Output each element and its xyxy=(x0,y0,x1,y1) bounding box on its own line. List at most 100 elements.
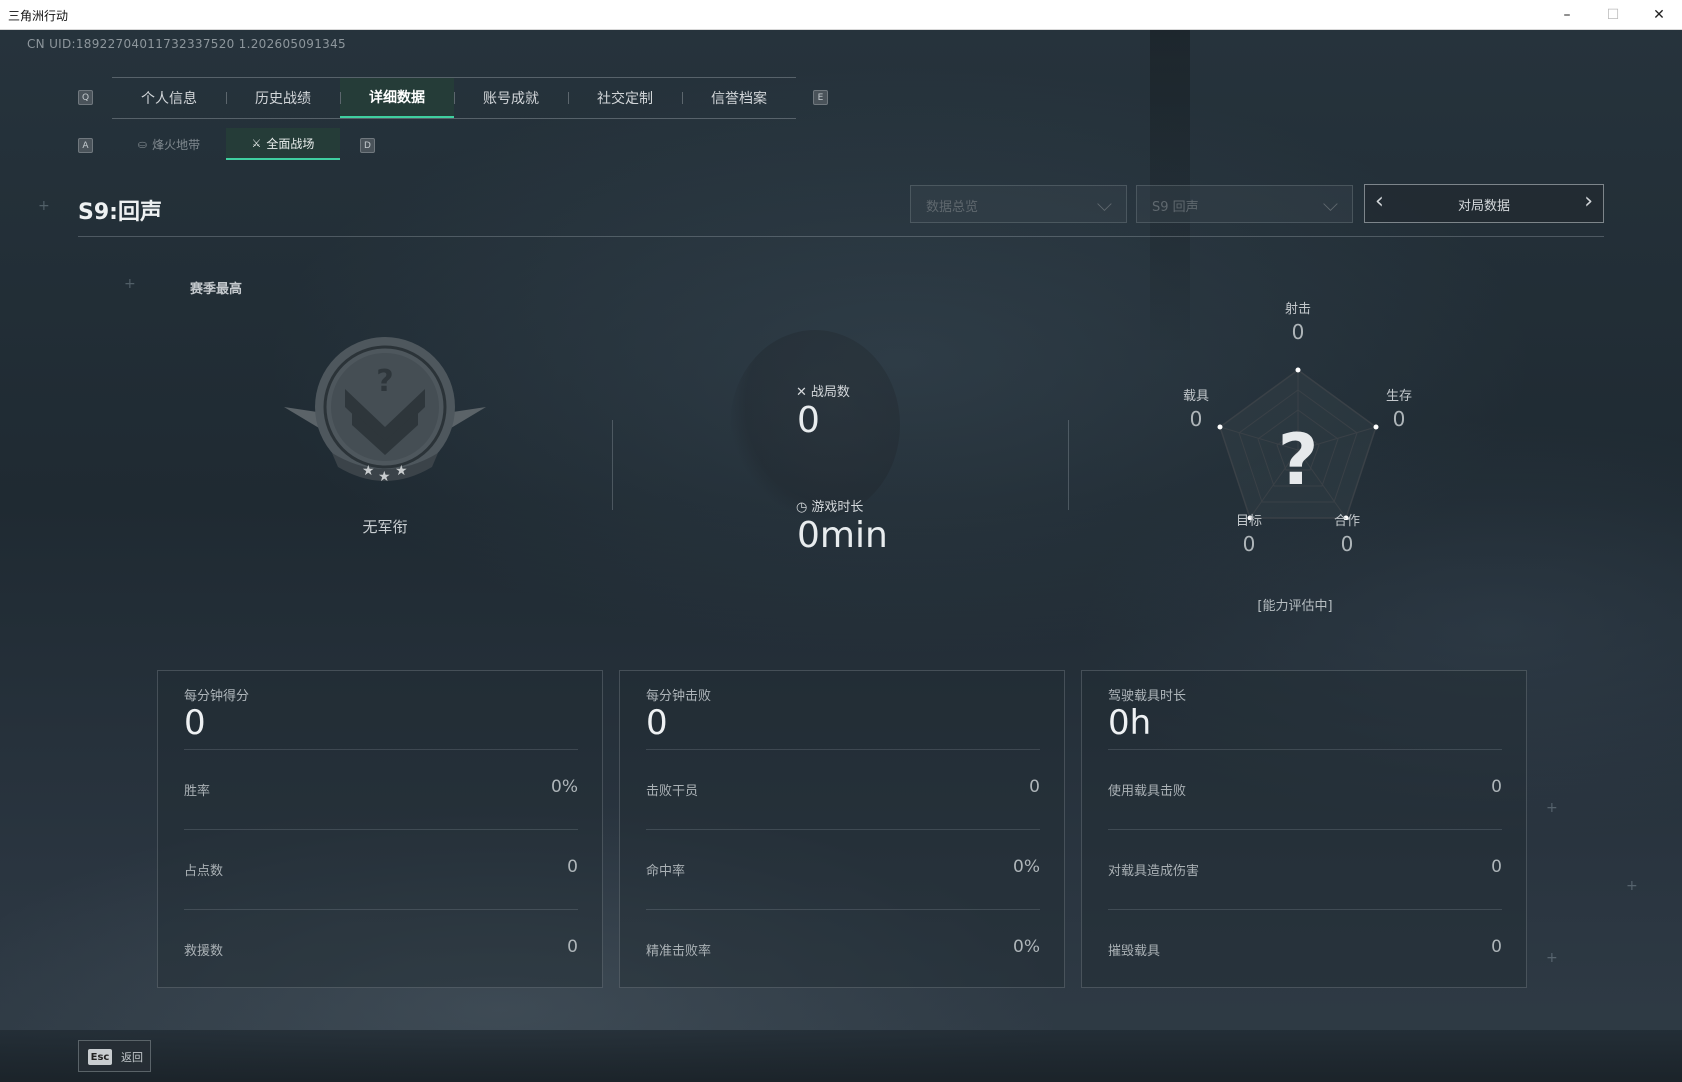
back-label: 返回 xyxy=(121,1051,143,1064)
radar-value-shooting: 0 xyxy=(1291,320,1305,344)
tab-operations-label: 烽火地带 xyxy=(152,137,201,152)
stats-card-kills: 每分钟击败 0 击败干员 0 命中率 0% 精准击败率 0% xyxy=(619,670,1065,988)
radar-value-objective: 0 xyxy=(1242,532,1256,556)
playtime-label-text: 游戏时长 xyxy=(811,500,864,515)
flame-icon: ⛀ xyxy=(137,137,148,151)
esc-key-icon: Esc xyxy=(88,1049,112,1065)
minimize-button[interactable]: – xyxy=(1544,0,1590,30)
stopwatch-icon: ◷ xyxy=(796,500,808,515)
stat-row: 击败干员 0 xyxy=(646,749,1040,830)
card-head-label: 每分钟击败 xyxy=(646,689,712,704)
stat-label: 命中率 xyxy=(646,864,686,879)
match-data-pager: ‹ 对局数据 › xyxy=(1364,184,1604,223)
crosshair-icon: + xyxy=(1626,878,1638,894)
data-view-dropdown[interactable]: 数据总览 ⌵ xyxy=(910,185,1127,223)
tab-social[interactable]: 社交定制 xyxy=(568,78,682,118)
tab-history[interactable]: 历史战绩 xyxy=(226,78,340,118)
svg-text:?: ? xyxy=(376,364,393,399)
stat-value: 0% xyxy=(1013,857,1040,877)
stat-row: 胜率 0% xyxy=(184,749,578,830)
ability-radar-chart: ? xyxy=(1217,367,1379,520)
stat-label: 对载具造成伤害 xyxy=(1108,864,1200,879)
stat-label: 摧毁载具 xyxy=(1108,944,1161,959)
stats-card-score: 每分钟得分 0 胜率 0% 占点数 0 救援数 0 xyxy=(157,670,603,988)
radar-value-survival: 0 xyxy=(1392,407,1406,431)
tab-reputation[interactable]: 信誉档案 xyxy=(682,78,796,118)
divider xyxy=(612,420,613,510)
radar-point-shooting xyxy=(1295,367,1301,373)
minimize-icon: – xyxy=(1563,7,1571,23)
stat-value: 0 xyxy=(1491,937,1502,957)
main-tabs: 个人信息 历史战绩 详细数据 账号成就 社交定制 信誉档案 xyxy=(112,77,796,119)
battles-label: ✕ 战局数 xyxy=(796,381,850,400)
season-value: S9 回声 xyxy=(1152,200,1199,215)
close-icon: ✕ xyxy=(1653,7,1665,23)
stat-value: 0 xyxy=(1491,857,1502,877)
card-head-value: 0 xyxy=(646,703,668,743)
stat-value: 0 xyxy=(567,937,578,957)
stat-row: 命中率 0% xyxy=(646,829,1040,910)
mode-tabs: ⛀ 烽火地带 ⚔ 全面战场 xyxy=(112,128,340,160)
player-uid: CN UID:18922704011732337520 1.2026050913… xyxy=(27,37,346,51)
tab-achievements[interactable]: 账号成就 xyxy=(454,78,568,118)
card-head-value: 0h xyxy=(1108,703,1152,743)
chevron-down-icon: ⌵ xyxy=(1322,192,1338,216)
tab-prev-key[interactable]: Q xyxy=(78,90,93,105)
tab-operations[interactable]: ⛀ 烽火地带 xyxy=(112,128,226,160)
stat-value: 0 xyxy=(567,857,578,877)
battles-value: 0 xyxy=(797,400,820,441)
stat-label: 占点数 xyxy=(184,864,224,879)
crossed-weapons-icon: ⚔ xyxy=(251,136,262,150)
maximize-icon: ☐ xyxy=(1606,7,1620,23)
ability-status: [能力评估中] xyxy=(1257,599,1333,614)
pager-label: 对局数据 xyxy=(1457,199,1510,214)
radar-point-survival xyxy=(1373,424,1379,430)
tab-next-key[interactable]: E xyxy=(813,90,828,105)
card-head-label: 驾驶载具时长 xyxy=(1108,689,1187,704)
stat-value: 0 xyxy=(1029,777,1040,797)
header-divider xyxy=(78,236,1604,237)
season-title: S9:回声 xyxy=(78,200,162,225)
stat-label: 击败干员 xyxy=(646,784,699,799)
crosshair-icon: + xyxy=(1546,950,1558,966)
tab-warfare[interactable]: ⚔ 全面战场 xyxy=(226,128,340,160)
stat-row: 精准击败率 0% xyxy=(646,909,1040,990)
radar-point-vehicle xyxy=(1217,424,1223,430)
subtab-next-key[interactable]: D xyxy=(360,138,375,153)
stat-label: 使用载具击败 xyxy=(1108,784,1187,799)
stat-row: 对载具造成伤害 0 xyxy=(1108,829,1502,910)
maximize-button[interactable]: ☐ xyxy=(1590,0,1636,30)
crosshair-icon: + xyxy=(1546,800,1558,816)
close-button[interactable]: ✕ xyxy=(1636,0,1682,30)
back-button[interactable]: Esc 返回 xyxy=(78,1040,151,1072)
window-title: 三角洲行动 xyxy=(8,9,69,23)
tab-warfare-label: 全面战场 xyxy=(266,136,315,151)
tab-detailed-data[interactable]: 详细数据 xyxy=(340,78,454,118)
radar-center-mark: ? xyxy=(1278,419,1319,501)
window-titlebar: 三角洲行动 – ☐ ✕ xyxy=(0,0,1682,30)
playtime-value: 0min xyxy=(797,515,888,556)
subtab-prev-key[interactable]: A xyxy=(78,138,93,153)
radar-label-vehicle: 载具 xyxy=(1182,389,1209,404)
radar-value-cooperation: 0 xyxy=(1340,532,1354,556)
radar-label-objective: 目标 xyxy=(1235,514,1262,529)
tab-personal-info[interactable]: 个人信息 xyxy=(112,78,226,118)
data-view-value: 数据总览 xyxy=(926,200,979,215)
bottom-bar xyxy=(0,1030,1682,1082)
chevron-right-icon[interactable]: › xyxy=(1584,189,1593,214)
rank-emblem-icon: ? ★ ★ ★ xyxy=(284,337,486,485)
crosshair-icon: + xyxy=(38,198,50,214)
stat-label: 胜率 xyxy=(184,784,211,799)
crosshair-icon: + xyxy=(124,276,136,292)
stat-value: 0 xyxy=(1491,777,1502,797)
season-dropdown[interactable]: S9 回声 ⌵ xyxy=(1136,185,1353,223)
divider xyxy=(1068,420,1069,510)
stat-value: 0% xyxy=(1013,937,1040,957)
crossed-swords-icon: ✕ xyxy=(796,385,807,400)
stat-value: 0% xyxy=(551,777,578,797)
battles-label-text: 战局数 xyxy=(810,385,850,400)
rank-name: 无军衔 xyxy=(362,518,408,536)
stat-row: 救援数 0 xyxy=(184,909,578,990)
stat-row: 摧毁载具 0 xyxy=(1108,909,1502,990)
svg-text:★: ★ xyxy=(378,469,391,485)
